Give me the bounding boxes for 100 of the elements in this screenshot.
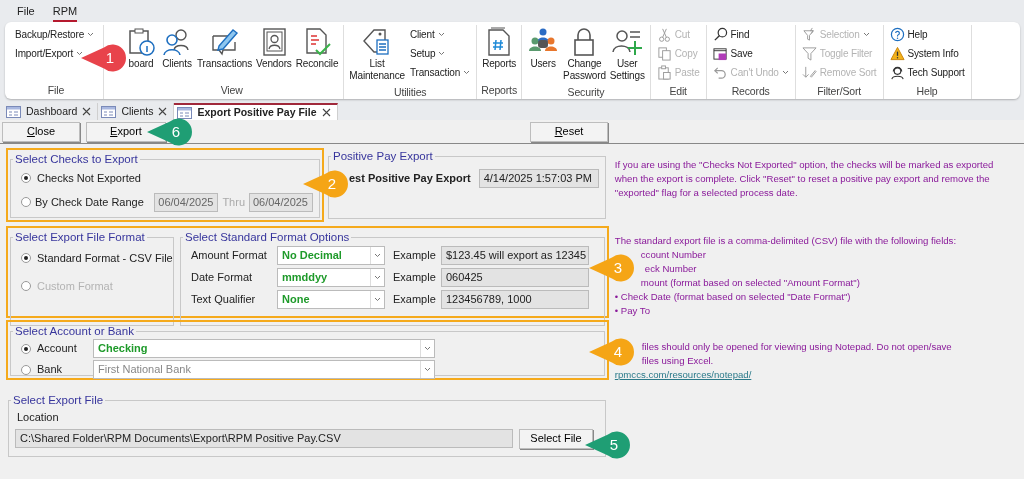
radio-label: Bank — [37, 362, 64, 378]
ribbon-button[interactable]: Setup — [407, 44, 473, 63]
file-path-field: C:\Shared Folder\RPM Documents\Export\RPM Positive Pay.CSV — [15, 429, 513, 448]
help-paragraph: The standard export file is a comma-delimited (CSV) file with the following fields: — [614, 234, 958, 248]
help-icon — [889, 27, 905, 42]
caret-icon — [437, 32, 445, 37]
group-label: Filter/Sort — [816, 84, 863, 99]
close-icon — [321, 108, 331, 117]
group-title: Select Account or Bank — [14, 324, 135, 338]
help-link[interactable]: rpmccs.com/resources/notepad/ — [614, 369, 752, 380]
callout-tooltip: 3 — [588, 254, 634, 282]
group-label: Edit — [668, 84, 688, 99]
radio-label: Standard Format - CSV File — [37, 250, 173, 266]
dropdown[interactable]: No Decimal — [277, 245, 385, 265]
dropdown[interactable]: None — [277, 289, 385, 309]
copy-icon — [656, 46, 672, 61]
field-label: Date Format — [191, 269, 254, 285]
field-label: Example — [393, 291, 437, 307]
field-label: Example — [393, 247, 437, 263]
ribbon-button[interactable]: Client — [407, 25, 473, 44]
ribbon-button[interactable]: Change Password — [562, 25, 607, 83]
group-title: Select Export File Format — [14, 230, 146, 244]
sort-icon — [801, 65, 817, 80]
select-file-button[interactable]: Select File — [519, 428, 593, 449]
help-paragraph: files using Excel. — [641, 354, 714, 368]
date-field: 06/04/2025 — [154, 192, 219, 212]
caret-icon — [424, 367, 431, 372]
ribbon-button[interactable]: Transaction — [407, 63, 473, 82]
ribbon-button[interactable]: Backup/Restore — [13, 25, 97, 44]
callout-tooltip: 5 — [584, 431, 630, 459]
toolbar-button[interactable]: Reset — [530, 121, 608, 142]
radio-button[interactable] — [21, 253, 31, 263]
thru-label: Thru — [222, 194, 245, 210]
callout-tooltip: 2 — [302, 170, 348, 198]
timestamp-field: 4/14/2025 1:57:03 PM — [478, 169, 599, 188]
field-label: Text Qualifier — [191, 291, 257, 307]
scissors-icon — [656, 27, 672, 42]
example-field: 123456789, 1000 — [441, 289, 589, 309]
ribbon-button[interactable]: List Maintenance — [348, 25, 406, 83]
ribbon-button[interactable]: Reports — [481, 25, 518, 71]
callout-tooltip: 1 — [80, 44, 126, 72]
field-label: Location — [17, 410, 60, 425]
ribbon-button[interactable]: Find — [710, 25, 791, 44]
field-label: Amount Format — [191, 247, 268, 263]
close-icon — [158, 107, 168, 116]
group-title: Select Checks to Export — [14, 152, 139, 166]
headset-icon — [889, 65, 905, 80]
radio-button[interactable] — [21, 173, 31, 183]
example-field: 060425 — [441, 267, 589, 287]
field-list-item: • Pay To — [614, 304, 650, 318]
ribbon-button[interactable]: System Info — [887, 44, 967, 63]
ribbon-button[interactable]: board — [124, 25, 158, 71]
field-label: est Positive Pay Export — [349, 171, 471, 187]
dropdown[interactable]: First National Bank — [93, 360, 435, 379]
radio-label: Account — [37, 341, 78, 357]
group-label: View — [219, 83, 244, 99]
group-title: Positive Pay Export — [332, 149, 434, 163]
form-icon — [177, 106, 193, 119]
group-label: Records — [730, 84, 771, 99]
ribbon-button[interactable]: User Settings — [608, 25, 646, 83]
document-tab[interactable]: Export Positive Pay File — [174, 103, 338, 120]
caret-icon — [87, 32, 95, 37]
caret-icon — [463, 70, 471, 75]
caret-icon — [424, 346, 431, 351]
ribbon-button[interactable]: Reconcile — [294, 25, 340, 71]
caret-icon — [862, 32, 870, 37]
menu-item[interactable]: File — [17, 3, 35, 22]
field-list-item: ccount Number — [640, 248, 706, 262]
ribbon-button[interactable]: Tech Support — [887, 63, 967, 82]
search-icon — [712, 27, 728, 42]
toolbar-button[interactable]: Export — [86, 121, 166, 142]
group-title: Select Export File — [12, 393, 105, 407]
caret-icon — [781, 70, 789, 75]
group-label: Utilities — [392, 85, 428, 100]
radio-button[interactable] — [21, 197, 31, 207]
radio-button[interactable] — [21, 343, 31, 354]
example-field: $123.45 will export as 12345 — [441, 245, 589, 265]
ribbon-button[interactable]: Clients — [160, 25, 194, 71]
caret-icon — [438, 51, 446, 56]
radio-label: Custom Format — [37, 278, 113, 294]
ribbon-button[interactable]: Save — [710, 44, 791, 63]
field-label: Example — [393, 269, 437, 285]
ribbon-button[interactable]: Transactions — [196, 25, 254, 71]
group-label: File — [46, 83, 66, 99]
undo-icon — [712, 65, 728, 80]
paste-icon — [656, 65, 672, 80]
funnel-icon — [801, 46, 817, 61]
form-icon — [101, 105, 117, 118]
ribbon-button[interactable]: Users — [526, 25, 561, 71]
dropdown[interactable]: mmddyy — [277, 267, 385, 287]
ribbon-button[interactable]: Vendors — [255, 25, 293, 71]
form-icon — [6, 105, 21, 118]
toolbar-button[interactable]: Close — [2, 121, 80, 142]
ribbon-button[interactable]: Help — [887, 25, 967, 44]
field-list-item: eck Number — [644, 262, 697, 276]
save-icon — [712, 46, 728, 61]
radio-button[interactable] — [21, 364, 31, 375]
field-list-item: mount (format based on selected "Amount Format") — [640, 276, 860, 290]
dropdown[interactable]: Checking — [93, 339, 435, 358]
group-title: Select Standard Format Options — [184, 230, 351, 244]
